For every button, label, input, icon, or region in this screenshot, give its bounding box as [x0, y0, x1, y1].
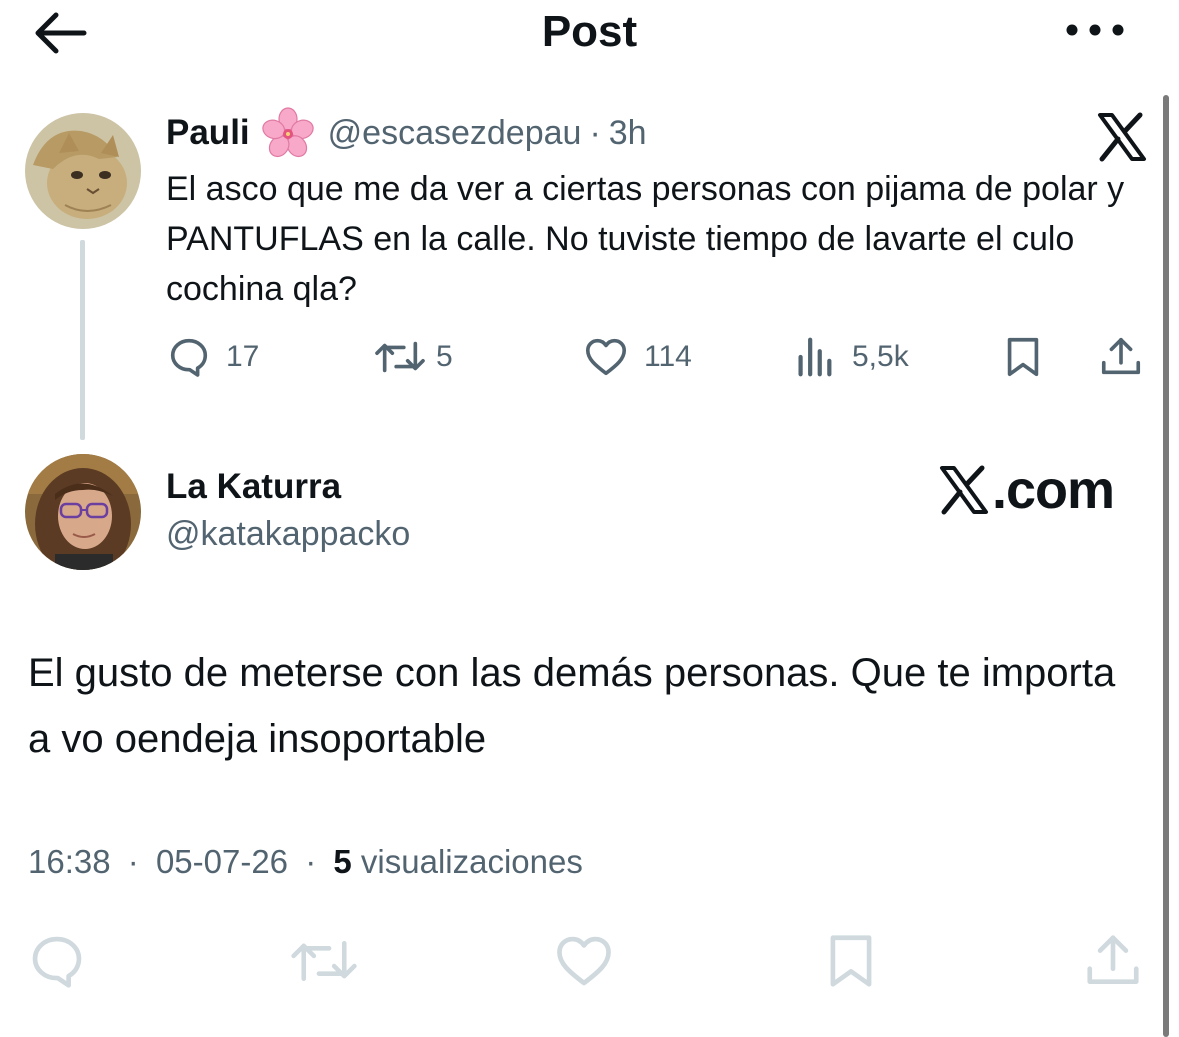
x-com-watermark: .com: [938, 458, 1115, 522]
more-horizontal-icon[interactable]: [1062, 14, 1128, 46]
reply-icon: [170, 338, 208, 377]
thread-line: [80, 240, 85, 440]
tweet-date[interactable]: 05-07-26: [156, 843, 288, 880]
reply-count: 17: [226, 340, 260, 373]
repost-count: 5: [436, 340, 453, 373]
repost-button[interactable]: 5: [370, 334, 453, 380]
repost-icon: [375, 341, 425, 373]
like-button[interactable]: 114: [582, 334, 692, 380]
author-handle[interactable]: @escasezdepau: [328, 114, 582, 153]
x-logo-icon: [1098, 112, 1146, 162]
avatar[interactable]: [25, 454, 141, 570]
views-label: visualizaciones: [360, 843, 583, 880]
x-logo-icon: [940, 465, 988, 515]
like-count: 114: [644, 340, 692, 373]
separator-dot: ·: [589, 113, 601, 152]
author-name[interactable]: Pauli: [166, 113, 250, 153]
views-count: 5,5k: [852, 340, 909, 373]
tweet-header: Pauli @escasezdepau · 3h: [166, 107, 647, 158]
views-button[interactable]: 5,5k: [794, 334, 909, 380]
tweet-time[interactable]: 3h: [609, 114, 647, 153]
repost-icon[interactable]: [286, 930, 362, 992]
tweet-text: El asco que me da ver a ciertas personas…: [166, 170, 1125, 308]
scrollbar[interactable]: [1163, 95, 1169, 1037]
bookmark-icon[interactable]: [1000, 334, 1046, 380]
cherry-blossom-icon: [261, 107, 314, 158]
share-icon[interactable]: [1098, 334, 1144, 380]
analytics-icon: [798, 337, 832, 377]
avatar[interactable]: [25, 113, 141, 229]
bookmark-icon[interactable]: [820, 930, 882, 992]
share-icon[interactable]: [1082, 930, 1144, 992]
reply-button[interactable]: 17: [166, 334, 259, 380]
author-name[interactable]: La Katurra: [166, 467, 341, 507]
watermark-text: .com: [992, 460, 1115, 520]
separator-dot: ·: [127, 843, 139, 880]
tweet-text: El gusto de meterse con las demás person…: [28, 651, 1116, 761]
separator-dot: ·: [305, 843, 317, 880]
heart-icon: [585, 338, 627, 376]
tweet-meta: 16:38 · 05-07-26 · 5 visualizaciones: [28, 843, 583, 881]
views-count: 5: [333, 843, 352, 880]
page-title: Post: [541, 7, 638, 56]
reply-icon[interactable]: [26, 930, 88, 992]
tweet-time[interactable]: 16:38: [28, 843, 111, 880]
heart-icon[interactable]: [553, 930, 615, 992]
author-handle[interactable]: @katakappacko: [166, 515, 410, 554]
